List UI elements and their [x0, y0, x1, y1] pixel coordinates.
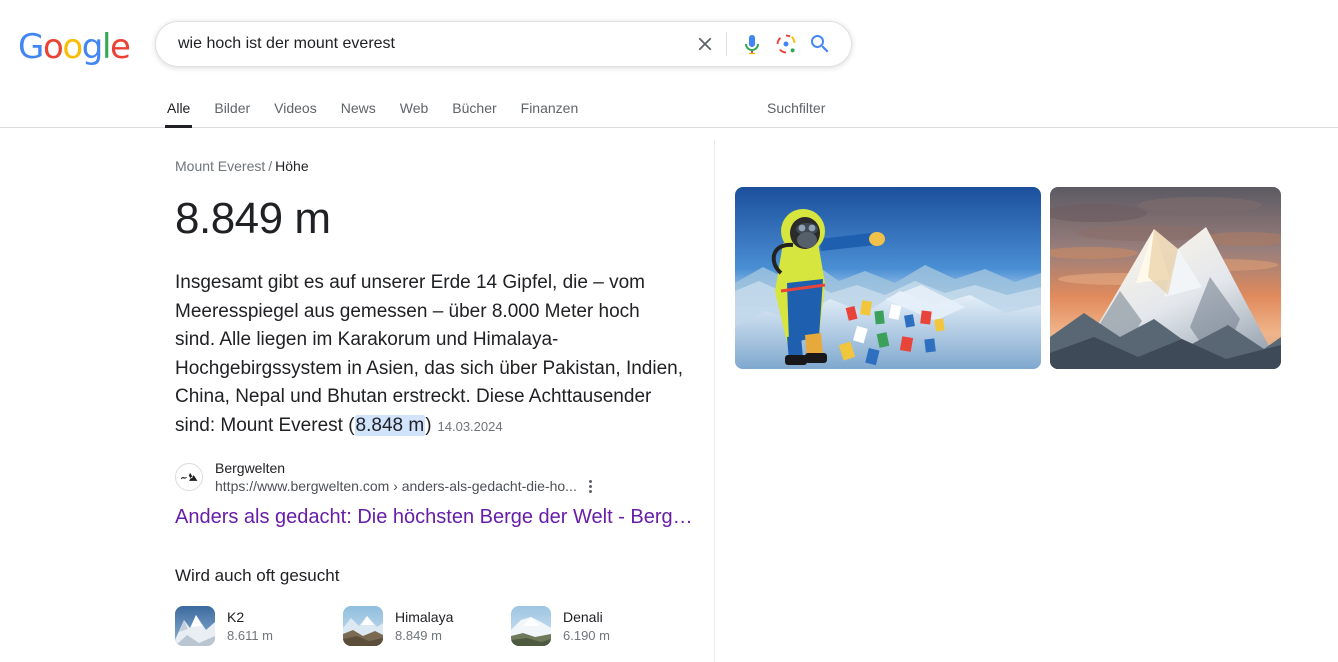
also-item-text: Himalaya 8.849 m [395, 608, 453, 645]
source-header: Bergwelten https://www.bergwelten.com › … [175, 459, 700, 495]
featured-snippet: Insgesamt gibt es auf unserer Erde 14 Gi… [175, 269, 685, 441]
breadcrumb: Mount Everest / Höhe [175, 157, 700, 175]
column-divider [714, 140, 715, 662]
tab-label: Videos [274, 100, 317, 116]
snippet-text-before: Insgesamt gibt es auf unserer Erde 14 Gi… [175, 272, 683, 436]
source-url: https://www.bergwelten.com › anders-als-… [215, 478, 577, 494]
tab-bilder[interactable]: Bilder [202, 101, 262, 127]
thumbnail-himalaya [343, 606, 383, 646]
google-logo[interactable]: Google [18, 27, 131, 67]
result-options-icon[interactable] [585, 478, 596, 495]
answer-value: 8.849 m [175, 194, 331, 243]
also-item-himalaya[interactable]: Himalaya 8.849 m [343, 606, 511, 646]
tab-videos[interactable]: Videos [262, 101, 329, 127]
source-meta: Bergwelten https://www.bergwelten.com › … [215, 459, 596, 495]
snippet-date: 14.03.2024 [437, 418, 503, 434]
image-panel [735, 187, 1281, 369]
also-item-text: K2 8.611 m [227, 608, 273, 645]
tab-label: Finanzen [520, 100, 579, 116]
search-bar-divider [726, 32, 727, 56]
tab-label: News [340, 100, 376, 116]
breadcrumb-attribute: Höhe [275, 158, 309, 174]
result-title-link[interactable]: Anders als gedacht: Die höchsten Berge d… [175, 504, 700, 530]
logo-letter-g2: g [81, 27, 104, 67]
tab-web[interactable]: Web [388, 101, 441, 127]
also-item-name: K2 [227, 608, 245, 625]
main-content: Mount Everest / Höhe 8.849 m Insgesamt gib… [0, 128, 1338, 662]
tab-label: Bilder [214, 100, 251, 116]
tab-finanzen[interactable]: Finanzen [509, 101, 591, 127]
search-bar[interactable] [155, 21, 852, 67]
google-lens-icon[interactable] [769, 27, 803, 61]
snippet-text-after: ) [425, 414, 432, 436]
also-item-denali[interactable]: Denali 6.190 m [511, 606, 679, 646]
summit-climber-photo[interactable] [735, 187, 1041, 369]
also-item-text: Denali 6.190 m [563, 608, 610, 645]
logo-letter-l: l [101, 27, 111, 67]
clear-icon[interactable] [688, 27, 722, 61]
logo-letter-e: e [110, 27, 131, 67]
search-bar-actions [688, 27, 837, 61]
bergwelten-mountain-favicon [175, 463, 203, 491]
sunset-peak-photo[interactable] [1050, 187, 1281, 369]
tab-label: Bücher [452, 100, 497, 116]
also-searched-title: Wird auch oft gesucht [175, 566, 340, 585]
search-filters-label: Suchfilter [767, 100, 826, 116]
source-site-name: Bergwelten [215, 460, 286, 476]
breadcrumb-entity: Mount Everest [175, 158, 266, 174]
logo-letter-o1: o [42, 27, 64, 67]
search-tabs: Alle Bilder Videos News Web Bücher Finan… [155, 87, 1255, 128]
snippet-highlight: 8.848 m [354, 414, 426, 436]
search-filters-button[interactable]: Suchfilter [755, 101, 837, 127]
tab-label: Web [399, 100, 429, 116]
thumbnail-denali [511, 606, 551, 646]
logo-letter-g1: G [18, 27, 44, 67]
tab-buecher[interactable]: Bücher [440, 101, 508, 127]
logo-letter-o2: o [62, 27, 83, 67]
breadcrumb-separator: / [268, 158, 273, 174]
tab-label: Alle [167, 100, 191, 116]
source-result: Bergwelten https://www.bergwelten.com › … [175, 459, 700, 530]
thumbnail-k2 [175, 606, 215, 646]
also-item-name: Himalaya [395, 608, 454, 625]
microphone-icon[interactable] [735, 27, 769, 61]
source-url-row: https://www.bergwelten.com › anders-als-… [215, 477, 596, 495]
search-submit-icon[interactable] [803, 27, 837, 61]
also-item-height: 8.849 m [395, 627, 442, 643]
also-item-name: Denali [563, 608, 603, 625]
also-item-k2[interactable]: K2 8.611 m [175, 606, 343, 646]
tab-news[interactable]: News [329, 101, 388, 127]
also-item-height: 6.190 m [563, 627, 610, 643]
tab-alle[interactable]: Alle [155, 100, 202, 128]
search-input[interactable] [176, 29, 688, 59]
left-column: Mount Everest / Höhe 8.849 m Insgesamt gib… [175, 128, 700, 646]
also-item-height: 8.611 m [227, 627, 274, 643]
also-searched-row: K2 8.611 m Himalaya 8.849 m Denali 6.190… [175, 606, 700, 646]
search-header: Google wie hoch ist der mount everest Al… [0, 0, 1338, 128]
